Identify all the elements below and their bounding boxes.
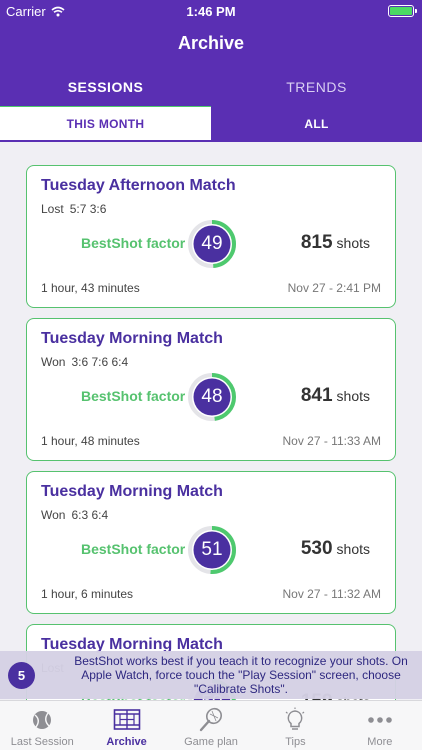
shot-count-value: 815 (300, 232, 333, 253)
factor-gauge: 48 (185, 370, 239, 424)
session-duration: 1 hour, 48 minutes (41, 434, 140, 448)
tabbar-label: Last Session (10, 736, 74, 748)
session-outcome: Won (41, 355, 66, 369)
shot-count: 815 shots (301, 232, 370, 254)
header: Carrier 1:46 PM Archive SESSIONS TRENDS … (0, 0, 422, 142)
session-outcome: Lost (41, 202, 64, 216)
status-bar: Carrier 1:46 PM (0, 0, 422, 22)
session-date: Nov 27 - 2:41 PM (287, 281, 381, 295)
lightbulb-icon (286, 707, 305, 730)
session-result: Won 6:3 6:4 (41, 508, 114, 522)
session-list[interactable]: Tuesday Afternoon Match Lost 5:7 3:6 Best… (0, 142, 422, 700)
session-result: Won 3:6 7:6 6:4 (41, 355, 134, 369)
more-dots-icon (368, 717, 392, 723)
bestshot-factor-label: BestShot factor (81, 388, 186, 404)
tabbar-label: More (367, 736, 393, 748)
tabbar-last-session[interactable]: Last Session (0, 701, 84, 750)
tennis-ball-icon (33, 711, 52, 729)
factor-value: 51 (201, 539, 223, 560)
bestshot-factor-label: BestShot factor (81, 235, 186, 251)
session-date: Nov 27 - 11:33 AM (282, 434, 382, 448)
calibration-banner[interactable]: 5 BestShot works best if you teach it to… (0, 651, 422, 699)
shot-count: 841 shots (301, 385, 370, 407)
racket-icon (199, 707, 223, 732)
session-duration: 1 hour, 6 minutes (41, 587, 134, 601)
session-card[interactable]: Tuesday Morning Match Won 3:6 7:6 6:4 Bes… (26, 318, 396, 461)
archive-court-icon (113, 709, 140, 730)
shots-unit: shots (336, 235, 370, 251)
session-score: 3:6 7:6 6:4 (71, 355, 129, 369)
bestshot-factor-label: BestShot factor (81, 541, 186, 557)
shot-count-value: 841 (300, 385, 333, 406)
tabbar-label: Tips (285, 736, 306, 748)
tab-bar: Last Session Archive Game plan Tips More (0, 700, 422, 750)
tabbar-label: Game plan (184, 736, 238, 748)
factor-gauge: 49 (185, 217, 239, 271)
period-segment: THIS MONTH ALL (0, 107, 422, 140)
segment-this-month[interactable]: THIS MONTH (0, 107, 211, 140)
session-card[interactable]: Tuesday Morning Match Won 6:3 6:4 BestSho… (26, 471, 396, 614)
factor-value: 48 (201, 386, 223, 407)
battery-icon (388, 5, 417, 17)
session-title: Tuesday Morning Match (41, 330, 223, 347)
session-title: Tuesday Afternoon Match (41, 177, 236, 194)
session-score: 5:7 3:6 (69, 202, 107, 216)
tabbar-more[interactable]: More (338, 701, 422, 750)
session-score: 6:3 6:4 (71, 508, 109, 522)
shots-unit: shots (336, 541, 370, 557)
tab-trends[interactable]: TRENDS (211, 68, 422, 108)
session-title: Tuesday Morning Match (41, 483, 223, 500)
shots-unit: shots (336, 388, 370, 404)
tabbar-label: Archive (106, 736, 147, 748)
top-tabs: SESSIONS TRENDS (0, 68, 422, 109)
banner-text: BestShot works best if you teach it to r… (74, 654, 408, 696)
tabbar-archive[interactable]: Archive (84, 701, 168, 750)
session-result: Lost 5:7 3:6 (41, 202, 112, 216)
segment-all[interactable]: ALL (211, 107, 422, 140)
page-title: Archive (177, 33, 245, 53)
tab-sessions[interactable]: SESSIONS (0, 68, 211, 109)
session-date: Nov 27 - 11:32 AM (282, 587, 382, 601)
session-duration: 1 hour, 43 minutes (41, 281, 140, 295)
factor-gauge: 51 (185, 523, 239, 577)
status-time: 1:46 PM (186, 4, 236, 19)
tabbar-game-plan[interactable]: Game plan (169, 701, 253, 750)
notification-badge: 5 (8, 662, 35, 689)
shot-count: 530 shots (301, 538, 370, 560)
tabbar-tips[interactable]: Tips (253, 701, 337, 750)
session-card[interactable]: Tuesday Afternoon Match Lost 5:7 3:6 Best… (26, 165, 396, 308)
session-outcome: Won (41, 508, 66, 522)
factor-value: 49 (201, 233, 223, 254)
shot-count-value: 530 (300, 538, 333, 559)
